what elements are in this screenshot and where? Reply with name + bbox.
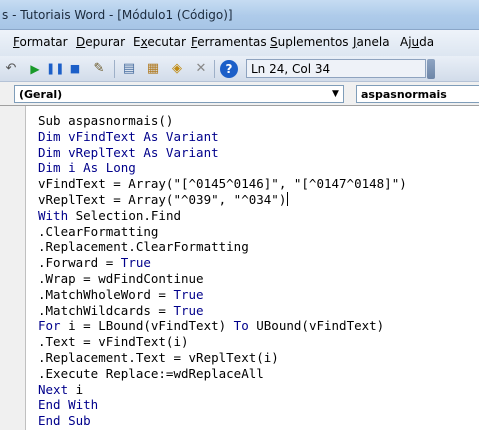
menu-depurar[interactable]: Depurar [76, 35, 125, 49]
toolbar: ↶ ▶ ❚❚ ■ ✎ ▤ ▦ ◈ ✕ ? Ln 24, Col 34 [0, 56, 479, 82]
procedure-dropdown-value: aspasnormais [361, 88, 447, 101]
code-lines: Sub aspasnormais() Dim vFindText As Varia… [38, 113, 407, 429]
code-line: .Replacement.Text = vReplText(i) [38, 349, 279, 365]
menu-suplementos[interactable]: Suplementos [270, 35, 349, 49]
code-line: Dim i As Long [38, 160, 136, 176]
code-editor[interactable]: Sub aspasnormais() Dim vFindText As Varia… [0, 106, 479, 430]
code-line: .MatchWholeWord = True [38, 286, 204, 302]
code-line: Dim vReplText As Variant [38, 144, 219, 160]
menu-executar[interactable]: Executar [133, 35, 186, 49]
code-line: vReplText = Array("^039", "^034") [38, 191, 289, 207]
menu-formatar[interactable]: Formatar [13, 35, 68, 49]
run-icon[interactable]: ▶ [26, 60, 44, 78]
properties-icon[interactable]: ▦ [144, 60, 162, 78]
design-mode-icon[interactable]: ✎ [90, 60, 108, 78]
undo-icon[interactable]: ↶ [2, 60, 20, 78]
toolbox-icon[interactable]: ✕ [192, 60, 210, 78]
menu-ferramentas[interactable]: Ferramentas [191, 35, 267, 49]
menu-ajuda[interactable]: Ajuda [400, 35, 434, 49]
project-explorer-icon[interactable]: ▤ [120, 60, 138, 78]
toolbar-separator [214, 60, 215, 78]
code-line: vFindText = Array("[^0145^0146]", "[^014… [38, 176, 407, 192]
code-line: .Text = vFindText(i) [38, 334, 189, 350]
object-dropdown[interactable]: (Geral) ▼ [14, 85, 344, 103]
code-line: Next i [38, 381, 84, 397]
code-line: With Selection.Find [38, 207, 181, 223]
chevron-down-icon[interactable]: ▼ [328, 86, 343, 102]
break-icon[interactable]: ❚❚ [46, 60, 64, 78]
reset-icon[interactable]: ■ [66, 60, 84, 78]
help-icon[interactable]: ? [220, 60, 238, 78]
procedure-dropdown[interactable]: aspasnormais [356, 85, 479, 103]
code-line: .ClearFormatting [38, 223, 159, 239]
window-title: s - Tutoriais Word - [Módulo1 (Código)] [2, 8, 233, 22]
toolbar-options-handle[interactable] [427, 59, 435, 79]
margin-indicator-bar[interactable] [0, 106, 26, 430]
code-line: .Forward = True [38, 255, 151, 271]
code-line: .Wrap = wdFindContinue [38, 270, 204, 286]
object-dropdown-value: (Geral) [19, 88, 63, 101]
menu-bar: Formatar Depurar Executar Ferramentas Suplem… [0, 30, 479, 56]
code-line: For i = LBound(vFindText) To UBound(vFin… [38, 318, 385, 334]
code-line: Dim vFindText As Variant [38, 128, 219, 144]
title-bar: s - Tutoriais Word - [Módulo1 (Código)] [0, 0, 479, 30]
text-caret [287, 191, 289, 206]
code-line: .Execute Replace:=wdReplaceAll [38, 365, 264, 381]
object-browser-icon[interactable]: ◈ [168, 60, 186, 78]
code-line: .MatchWildcards = True [38, 302, 204, 318]
code-window-header: (Geral) ▼ aspasnormais [0, 82, 479, 106]
code-line: Sub aspasnormais() [38, 113, 174, 128]
toolbar-separator [114, 60, 115, 78]
code-line: End With [38, 397, 99, 413]
code-line: .Replacement.ClearFormatting [38, 239, 249, 255]
menu-janela[interactable]: Janela [353, 35, 390, 49]
code-line: End Sub [38, 413, 91, 429]
cursor-position: Ln 24, Col 34 [246, 59, 426, 78]
